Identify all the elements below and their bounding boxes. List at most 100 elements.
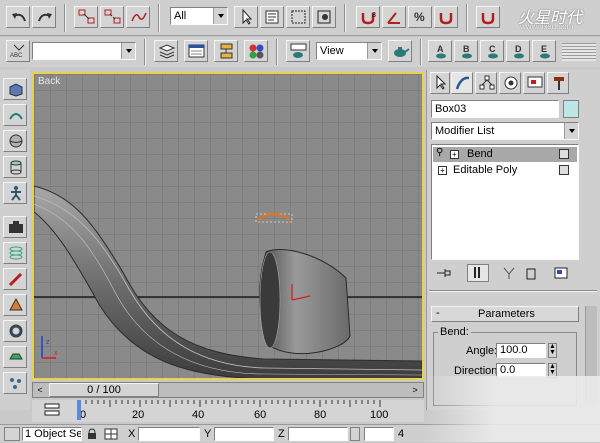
watermark-logo: 火星时代 www.hxsd.com bbox=[506, 2, 598, 34]
time-slider-right-arrow[interactable]: > bbox=[409, 384, 421, 396]
modifier-stack-list[interactable]: ⚲ + Bend + Editable Poly bbox=[431, 144, 579, 260]
render-preset-d-button[interactable]: D bbox=[506, 40, 530, 62]
named-selection-dropdown[interactable] bbox=[32, 42, 136, 60]
render-preset-e-button[interactable]: E bbox=[532, 40, 556, 62]
render-type-dropdown[interactable]: View bbox=[316, 42, 382, 60]
angle-value: 100.0 bbox=[500, 344, 528, 356]
rectangular-selection-button[interactable] bbox=[286, 6, 310, 28]
select-object-button[interactable] bbox=[234, 6, 258, 28]
angle-spinner[interactable]: 100.0 bbox=[496, 343, 546, 358]
select-by-name-button[interactable] bbox=[260, 6, 284, 28]
selection-filter-dropdown[interactable]: All bbox=[170, 7, 228, 25]
watermark-overlay bbox=[424, 376, 600, 442]
x-coordinate-field[interactable] bbox=[138, 427, 200, 441]
spring-icon bbox=[9, 246, 23, 260]
create-helper-button[interactable] bbox=[3, 182, 27, 204]
create-cylinder-button[interactable] bbox=[3, 156, 27, 178]
object-name-field[interactable]: Box03 bbox=[431, 100, 559, 118]
quick-render-button[interactable] bbox=[388, 40, 412, 62]
tab-modify[interactable] bbox=[451, 72, 473, 94]
left-toolbar bbox=[0, 70, 30, 410]
render-preset-a-button[interactable]: A bbox=[428, 40, 452, 62]
material-editor-button[interactable] bbox=[244, 40, 268, 62]
main-toolbar: All 3 % 火星时代 www.hxsd.com bbox=[0, 0, 600, 36]
spinner-snap-button[interactable] bbox=[434, 6, 458, 28]
unlink-selection-button[interactable] bbox=[100, 6, 124, 28]
create-pipe-button[interactable] bbox=[3, 268, 27, 290]
time-indicator[interactable] bbox=[77, 400, 81, 420]
tab-hierarchy[interactable] bbox=[475, 72, 497, 94]
remove-modifier-button[interactable] bbox=[523, 266, 541, 282]
create-particle-button[interactable] bbox=[3, 372, 27, 394]
expand-plus-icon[interactable]: + bbox=[450, 150, 459, 159]
time-slider-thumb[interactable]: 0 / 100 bbox=[49, 383, 159, 397]
create-torus-button[interactable] bbox=[3, 320, 27, 342]
expand-plus-icon[interactable]: + bbox=[438, 166, 447, 175]
tab-display[interactable] bbox=[523, 72, 545, 94]
space-warp-icon bbox=[131, 12, 147, 22]
listener-button[interactable] bbox=[4, 427, 20, 441]
schematic-view-button[interactable] bbox=[214, 40, 238, 62]
curve-editor-button[interactable] bbox=[184, 40, 208, 62]
svg-text:ABC: ABC bbox=[10, 53, 23, 59]
tab-motion[interactable] bbox=[499, 72, 521, 94]
pin-stack-button[interactable] bbox=[435, 266, 455, 282]
percent-snap-button[interactable]: % bbox=[408, 6, 432, 28]
time-slider-left-arrow[interactable]: < bbox=[34, 384, 46, 396]
light-icon bbox=[9, 353, 23, 360]
cup-opening bbox=[259, 251, 281, 349]
track-bar[interactable]: 0 20 40 60 80 100 bbox=[32, 400, 424, 422]
angle-spinner-arrows[interactable]: ▲ ▼ bbox=[548, 343, 557, 358]
select-and-link-button[interactable] bbox=[74, 6, 98, 28]
create-spring-button[interactable] bbox=[3, 242, 27, 264]
render-scene-button[interactable] bbox=[286, 40, 310, 62]
toolbar-grip[interactable] bbox=[562, 43, 596, 61]
configure-modifier-sets-button[interactable] bbox=[553, 266, 571, 282]
stack-item-label: Bend bbox=[467, 148, 493, 160]
named-selection-sets-button[interactable] bbox=[476, 6, 500, 28]
modifier-toggle-icon[interactable] bbox=[559, 149, 569, 159]
undo-button[interactable] bbox=[6, 6, 30, 28]
list-item[interactable]: ⚲ + Bend bbox=[433, 147, 577, 162]
create-camera-button[interactable] bbox=[3, 216, 27, 238]
window-crossing-button[interactable] bbox=[312, 6, 336, 28]
render-preset-c-button[interactable]: C bbox=[480, 40, 504, 62]
y-coordinate-field[interactable] bbox=[214, 427, 274, 441]
layer-manager-button[interactable] bbox=[154, 40, 178, 62]
viewport-back[interactable]: z x Back bbox=[32, 72, 424, 380]
snaps-toggle-button[interactable]: 3 bbox=[356, 6, 380, 28]
spinner-icon[interactable] bbox=[350, 427, 360, 441]
show-end-result-button[interactable] bbox=[467, 264, 489, 282]
bind-to-space-warp-button[interactable] bbox=[126, 6, 150, 28]
create-cone-button[interactable] bbox=[3, 294, 27, 316]
lock-icon[interactable] bbox=[86, 428, 98, 440]
render-preset-b-button[interactable]: B bbox=[454, 40, 478, 62]
pin-icon bbox=[437, 269, 451, 277]
redo-button[interactable] bbox=[32, 6, 56, 28]
camera-icon bbox=[9, 221, 23, 233]
angle-snap-button[interactable] bbox=[382, 6, 406, 28]
create-box-button[interactable] bbox=[3, 78, 27, 100]
make-unique-button[interactable] bbox=[501, 266, 519, 282]
lightbulb-icon: ⚲ bbox=[436, 147, 444, 158]
modifier-list-dropdown[interactable]: Modifier List bbox=[431, 122, 579, 140]
create-sphere-button[interactable] bbox=[3, 130, 27, 152]
track-bar-toggle-button[interactable] bbox=[44, 402, 62, 418]
crosshair-icon[interactable] bbox=[104, 428, 118, 440]
modifier-toggle-icon[interactable] bbox=[559, 165, 569, 175]
tab-create[interactable] bbox=[430, 72, 450, 94]
time-slider[interactable]: < 0 / 100 > bbox=[32, 382, 424, 398]
create-light-button[interactable] bbox=[3, 346, 27, 368]
create-shape-button[interactable] bbox=[3, 104, 27, 126]
keyboard-shortcut-override-button[interactable]: ABC bbox=[6, 40, 30, 62]
panel-divider bbox=[429, 290, 597, 292]
viewport-label[interactable]: Back bbox=[38, 76, 60, 87]
grid-size-field bbox=[364, 427, 394, 441]
select-by-name-icon bbox=[265, 10, 279, 24]
list-item[interactable]: + Editable Poly bbox=[433, 163, 577, 178]
modifier-list-value: Modifier List bbox=[435, 125, 495, 137]
parameters-rollout-header[interactable]: - Parameters bbox=[431, 306, 579, 322]
z-coordinate-field[interactable] bbox=[288, 427, 348, 441]
object-color-swatch[interactable] bbox=[563, 100, 579, 118]
tab-utilities[interactable] bbox=[547, 72, 569, 94]
